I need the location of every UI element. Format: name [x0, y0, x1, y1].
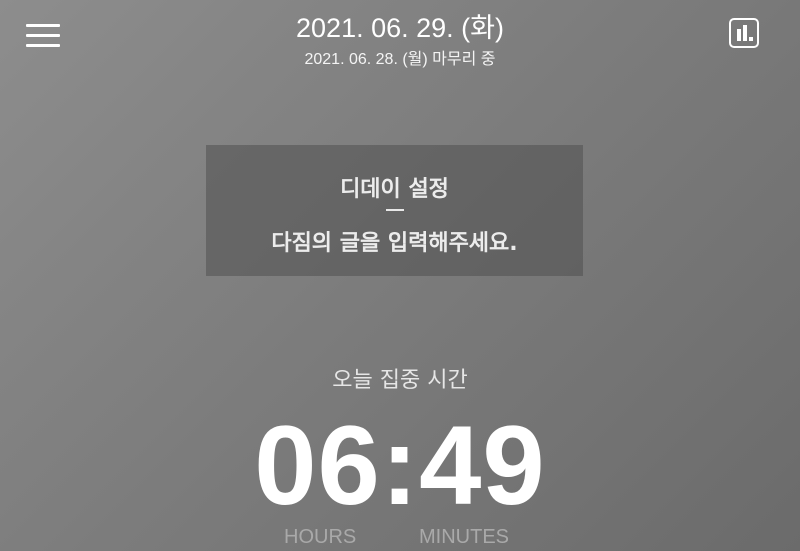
bar: [743, 25, 747, 41]
dday-title: 디데이 설정: [340, 177, 449, 202]
hours-label: HOURS: [284, 526, 357, 548]
bar: [749, 37, 753, 41]
bar-chart-icon[interactable]: [729, 18, 759, 48]
dday-divider: [385, 209, 404, 211]
minutes-label: MINUTES: [419, 526, 509, 548]
previous-day-status: 2021. 06. 28. (월) 마무리 중: [304, 51, 496, 68]
focus-time-value: 06:49: [254, 403, 546, 528]
current-date[interactable]: 2021. 06. 29. (화): [0, 6, 800, 45]
dday-card[interactable]: 디데이 설정 다짐의 글을 입력해주세요.: [206, 145, 583, 276]
focus-time-label: 오늘 집중 시간: [332, 368, 468, 393]
bar: [737, 29, 741, 41]
dday-message: 다짐의 글을 입력해주세요.: [271, 231, 518, 256]
